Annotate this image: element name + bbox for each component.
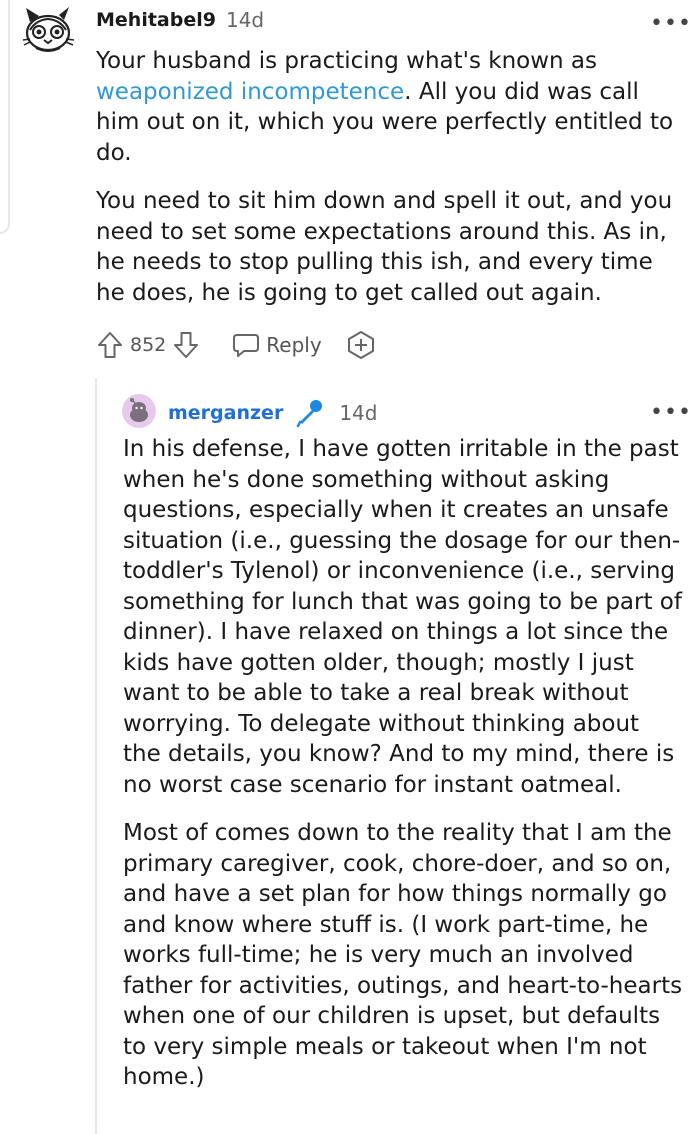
comment-author[interactable]: Mehitabel9	[96, 9, 216, 31]
award-plus-icon	[347, 331, 374, 359]
reply-body: In his defense, I have gotten irritable …	[123, 434, 683, 1111]
speech-bubble-icon	[233, 334, 260, 357]
avatar[interactable]	[22, 6, 76, 60]
avatar[interactable]	[122, 394, 156, 432]
reply-paragraph: Most of comes down to the reality that I…	[123, 820, 683, 1090]
vote-count: 852	[130, 334, 167, 356]
more-options-button[interactable]: •••	[650, 13, 692, 35]
comment-actions: 852 Reply	[96, 330, 376, 360]
comment-age: 14d	[225, 8, 265, 32]
more-options-button[interactable]: •••	[650, 402, 692, 424]
reply-header: merganzer 14d	[168, 398, 377, 428]
reply-paragraph: In his defense, I have gotten irritable …	[123, 436, 682, 798]
thread-line	[95, 378, 97, 1134]
downvote-button[interactable]	[172, 330, 200, 360]
reply-author[interactable]: merganzer	[168, 402, 283, 424]
upvote-button[interactable]	[96, 330, 124, 360]
award-button[interactable]	[346, 330, 376, 360]
op-badge	[295, 398, 325, 428]
arrow-down-icon	[174, 332, 199, 358]
arrow-up-icon	[98, 332, 122, 358]
cat-avatar-icon	[22, 7, 75, 52]
reply-label: Reply	[266, 333, 322, 357]
thread-line	[0, 0, 10, 234]
reply-button[interactable]: Reply	[232, 331, 322, 359]
snoo-avatar-icon	[122, 394, 156, 428]
comment-paragraph: You need to sit him down and spell it ou…	[96, 188, 673, 306]
microphone-icon	[297, 400, 323, 428]
comment-header: Mehitabel9 14d	[96, 8, 264, 32]
inline-link[interactable]: weaponized incompetence	[96, 79, 404, 105]
reply-age: 14d	[339, 401, 378, 425]
comment-paragraph: Your husband is practicing what's known …	[96, 48, 674, 166]
comment-body: Your husband is practicing what's known …	[96, 46, 686, 326]
